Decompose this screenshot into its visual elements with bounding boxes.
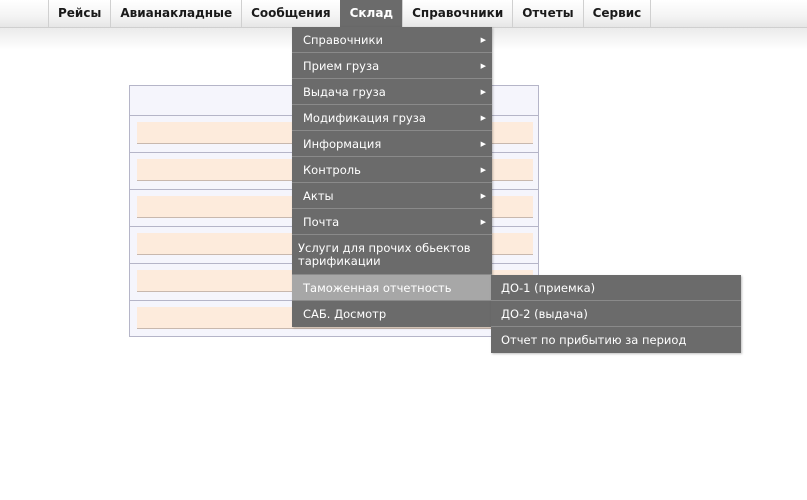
menu-item-sab-inspection[interactable]: САБ. Досмотр [292,301,492,327]
menu-item-label: Справочники [303,33,383,47]
main-nav: Рейсы Авианакладные Сообщения Склад Спра… [48,0,652,27]
menu-item-label: Услуги для прочих обьектов тарификации [298,241,471,268]
menu-item-mail[interactable]: Почта ▶ [292,209,492,235]
submenu-arrow-icon: ▶ [480,114,486,122]
menu-item-information[interactable]: Информация ▶ [292,131,492,157]
warehouse-dropdown-menu: Справочники ▶ Прием груза ▶ Выдача груза… [292,27,492,327]
menu-item-label: Модификация груза [303,111,426,125]
menu-item-control[interactable]: Контроль ▶ [292,157,492,183]
menu-item-cargo-modification[interactable]: Модификация груза ▶ [292,105,492,131]
menu-item-label: Акты [303,189,334,203]
menu-item-label: Таможенная отчетность [303,281,452,295]
submenu-item-do1[interactable]: ДО-1 (приемка) [491,275,741,301]
submenu-arrow-icon: ▶ [480,166,486,174]
nav-item-reports[interactable]: Отчеты [512,0,582,27]
customs-reporting-submenu: ДО-1 (приемка) ДО-2 (выдача) Отчет по пр… [491,275,741,353]
submenu-arrow-icon: ▶ [480,88,486,96]
submenu-arrow-icon: ▶ [480,36,486,44]
submenu-arrow-icon: ▶ [480,192,486,200]
menu-item-cargo-receipt[interactable]: Прием груза ▶ [292,53,492,79]
submenu-item-arrival-report[interactable]: Отчет по прибытию за период [491,327,741,353]
menu-item-label: Выдача груза [303,85,386,99]
nav-item-directories[interactable]: Справочники [402,0,512,27]
menu-item-label: Почта [303,215,340,229]
submenu-arrow-icon: ▶ [480,62,486,70]
nav-item-service[interactable]: Сервис [582,0,652,27]
nav-item-airwaybills[interactable]: Авианакладные [110,0,241,27]
menu-item-customs-reporting[interactable]: Таможенная отчетность [292,275,492,301]
menu-item-label: Прием груза [303,59,380,73]
menu-item-cargo-release[interactable]: Выдача груза ▶ [292,79,492,105]
menu-item-label: Контроль [303,163,361,177]
nav-item-warehouse[interactable]: Склад [339,0,403,27]
submenu-arrow-icon: ▶ [480,140,486,148]
menu-item-directories[interactable]: Справочники ▶ [292,27,492,53]
menu-item-label: Информация [303,137,382,151]
submenu-arrow-icon: ▶ [480,218,486,226]
menu-item-acts[interactable]: Акты ▶ [292,183,492,209]
top-menu-bar: Рейсы Авианакладные Сообщения Склад Спра… [0,0,807,28]
nav-item-flights[interactable]: Рейсы [48,0,110,27]
nav-item-messages[interactable]: Сообщения [241,0,339,27]
submenu-item-do2[interactable]: ДО-2 (выдача) [491,301,741,327]
menu-item-label: САБ. Досмотр [303,307,387,321]
menu-item-other-services[interactable]: Услуги для прочих обьектов тарификации [292,235,492,275]
